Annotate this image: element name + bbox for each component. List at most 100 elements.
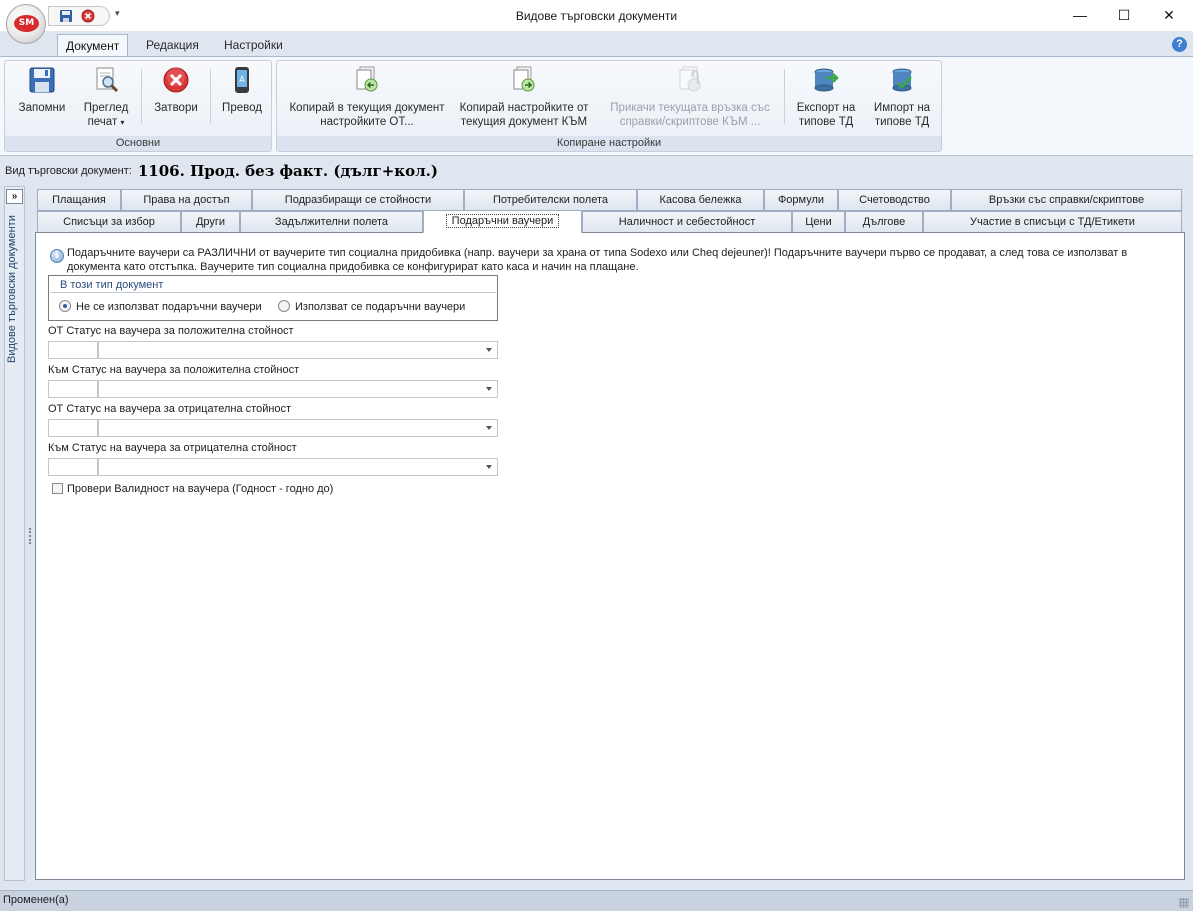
tab-stock-cost[interactable]: Наличност и себестойност	[582, 211, 792, 233]
ribbon-separator	[784, 69, 785, 124]
window-title: Видове търговски документи	[515, 9, 678, 23]
chevron-down-icon	[486, 426, 492, 430]
radio-no-vouchers[interactable]: Не се използват подаръчни ваучери	[59, 300, 262, 313]
to-status-negative-dropdown[interactable]	[98, 458, 498, 476]
info-icon: i	[50, 249, 64, 263]
to-status-negative-label: Към Статус на ваучера за отрицателна сто…	[48, 442, 297, 454]
tab-custom-fields[interactable]: Потребителски полета	[464, 189, 637, 211]
ribbon-separator	[210, 69, 211, 124]
tab-gift-vouchers[interactable]: Подаръчни ваучери	[423, 210, 582, 233]
to-status-positive-lookup	[48, 380, 498, 398]
app-menu-button[interactable]: SM	[6, 4, 46, 44]
ribbon-tab-settings[interactable]: Настройки	[216, 34, 291, 57]
copy-to-button[interactable]: Копирай настройките от текущия документ …	[453, 65, 595, 135]
radio-no-vouchers-label: Не се използват подаръчни ваучери	[76, 301, 262, 313]
from-status-negative-label: ОТ Статус на ваучера за отрицателна стой…	[48, 403, 292, 415]
ribbon-tab-bar: Документ Редакция Настройки	[0, 32, 1193, 57]
save-button[interactable]: Запомни	[9, 65, 75, 135]
voucher-usage-group: В този тип документ Не се използват пода…	[48, 275, 498, 321]
copy-from-icon	[356, 66, 378, 92]
radio-dot	[278, 300, 290, 313]
print-preview-icon	[96, 67, 119, 93]
save-label: Запомни	[18, 102, 66, 114]
to-status-positive-code-input[interactable]	[48, 380, 98, 398]
to-status-negative-lookup	[48, 458, 498, 476]
from-status-positive-label: ОТ Статус на ваучера за положителна стой…	[48, 325, 294, 337]
tab-other[interactable]: Други	[181, 211, 240, 233]
import-icon	[892, 68, 912, 92]
tab-default-values[interactable]: Подразбиращи се стойности	[252, 189, 464, 211]
tab-access-rights[interactable]: Права на достъп	[121, 189, 252, 211]
export-types-label: Експорт на типове ТД	[796, 102, 856, 128]
ribbon-group-copy-settings: Копирай в текущия документ настройките О…	[276, 60, 942, 152]
ribbon: Запомни Преглед печат ▾ Затвори A Превод…	[0, 56, 1193, 156]
tab-pick-lists[interactable]: Списъци за избор	[37, 211, 181, 233]
resize-grip-icon[interactable]	[1179, 898, 1189, 908]
radio-use-vouchers[interactable]: Използват се подаръчни ваучери	[278, 300, 466, 313]
maximize-button[interactable]: ☐	[1101, 0, 1147, 31]
copy-from-button[interactable]: Копирай в текущия документ настройките О…	[281, 65, 453, 135]
from-status-negative-code-input[interactable]	[48, 419, 98, 437]
from-status-negative-lookup	[48, 419, 498, 437]
svg-text:A: A	[239, 75, 245, 84]
close-icon	[163, 67, 189, 93]
tab-gift-vouchers-label: Подаръчни ваучери	[445, 214, 560, 228]
document-type-header: Вид търговски документ: 1106. Прод. без …	[5, 162, 438, 182]
document-type-label: Вид търговски документ:	[5, 165, 132, 177]
tab-receipt[interactable]: Касова бележка	[637, 189, 764, 211]
tab-required-fields[interactable]: Задължителни полета	[240, 211, 423, 233]
from-status-positive-code-input[interactable]	[48, 341, 98, 359]
title-bar: SM ▾ Видове търговски документи — ☐ ✕	[0, 0, 1193, 44]
check-validity-checkbox[interactable]: Провери Валидност на ваучера (Годност - …	[52, 482, 333, 495]
close-label: Затвори	[154, 102, 198, 114]
radio-use-vouchers-label: Използват се подаръчни ваучери	[295, 301, 466, 313]
tab-list-participation[interactable]: Участие в списъци с ТД/Етикети	[923, 211, 1182, 233]
status-bar: Променен(а)	[0, 890, 1193, 911]
attach-link-label: Прикачи текущата връзка със справки/скри…	[610, 102, 770, 128]
tab-prices[interactable]: Цени	[792, 211, 845, 233]
tab-report-links[interactable]: Връзки със справки/скриптове	[951, 189, 1182, 211]
translate-button[interactable]: A Превод	[213, 65, 271, 135]
status-text: Променен(а)	[3, 894, 69, 906]
tab-accounting[interactable]: Счетоводство	[838, 189, 951, 211]
radio-dot	[59, 300, 71, 313]
from-status-negative-dropdown[interactable]	[98, 419, 498, 437]
from-status-positive-lookup	[48, 341, 498, 359]
to-status-negative-code-input[interactable]	[48, 458, 98, 476]
attach-link-button[interactable]: Прикачи текущата връзка със справки/скри…	[597, 65, 783, 135]
print-preview-label: Преглед печат ▾	[83, 102, 129, 128]
tab-formulas[interactable]: Формули	[764, 189, 838, 211]
minimize-button[interactable]: —	[1057, 0, 1103, 31]
ribbon-separator	[141, 69, 142, 124]
ribbon-group-main: Запомни Преглед печат ▾ Затвори A Превод…	[4, 60, 272, 152]
save-icon	[29, 67, 55, 93]
chevron-down-icon	[486, 387, 492, 391]
expand-panel-button[interactable]: »	[6, 189, 23, 204]
chevron-down-icon	[486, 465, 492, 469]
import-types-button[interactable]: Импорт на типове ТД	[865, 65, 939, 135]
splitter-handle[interactable]	[29, 528, 32, 544]
ribbon-group-label: Основни	[5, 136, 271, 151]
chevron-down-icon	[486, 348, 492, 352]
export-icon	[814, 68, 839, 92]
tab-debts[interactable]: Дългове	[845, 211, 923, 233]
checkbox-box	[52, 482, 63, 494]
tab-payments[interactable]: Плащания	[37, 189, 121, 211]
to-status-positive-dropdown[interactable]	[98, 380, 498, 398]
copy-from-label: Копирай в текущия документ настройките О…	[289, 102, 445, 128]
ribbon-tab-document[interactable]: Документ	[57, 34, 129, 57]
app-logo: SM	[14, 15, 39, 32]
close-button[interactable]: Затвори	[145, 65, 207, 135]
attach-link-icon	[679, 66, 701, 92]
copy-to-label: Копирай настройките от текущия документ …	[459, 102, 589, 128]
print-preview-button[interactable]: Преглед печат ▾	[75, 65, 137, 135]
close-window-button[interactable]: ✕	[1146, 0, 1192, 31]
ribbon-tab-edit[interactable]: Редакция	[138, 34, 207, 57]
gift-vouchers-panel: i Подаръчните ваучери са РАЗЛИЧНИ от вау…	[35, 232, 1185, 880]
to-status-positive-label: Към Статус на ваучера за положителна сто…	[48, 364, 300, 376]
help-icon[interactable]: ?	[1172, 37, 1187, 52]
export-types-button[interactable]: Експорт на типове ТД	[787, 65, 865, 135]
side-panel-label[interactable]: Видове търговски документи	[6, 215, 24, 415]
from-status-positive-dropdown[interactable]	[98, 341, 498, 359]
translate-icon: A	[235, 67, 249, 93]
